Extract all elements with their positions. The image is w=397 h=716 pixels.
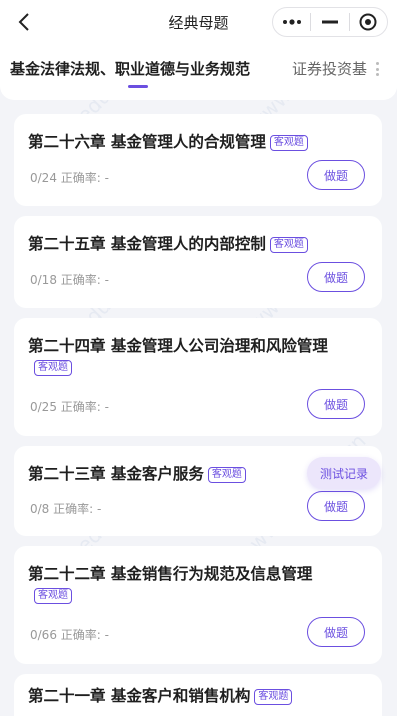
question-type-tag: 客观题 xyxy=(269,135,308,151)
active-tab-indicator xyxy=(128,85,148,88)
do-questions-button[interactable]: 做题 xyxy=(307,262,365,292)
test-record-button[interactable]: 测试记录 xyxy=(307,457,381,489)
chapter-progress: 0/24 正确率: - xyxy=(30,171,109,185)
do-questions-button[interactable]: 做题 xyxy=(307,160,365,190)
chapter-title: 第二十四章 基金管理人公司治理和风险管理 xyxy=(28,337,328,355)
mini-program-capsule xyxy=(272,7,388,37)
minimize-button[interactable] xyxy=(311,8,348,36)
nav-bar: 经典母题 xyxy=(0,0,397,44)
do-questions-button[interactable]: 做题 xyxy=(307,617,365,647)
question-type-tag: 客观题 xyxy=(34,360,72,376)
chapter-progress: 0/18 正确率: - xyxy=(30,273,109,287)
question-type-tag: 客观题 xyxy=(254,689,293,705)
chapter-title: 第二十五章 基金管理人的内部控制 xyxy=(28,235,266,253)
chapter-title: 第二十三章 基金客户服务 xyxy=(28,465,204,483)
question-type-tag: 客观题 xyxy=(34,588,72,604)
chapter-progress: 0/66 正确率: - xyxy=(30,628,109,642)
chapter-card: 第二十五章 基金管理人的内部控制 客观题 0/18 正确率: - 做题 xyxy=(14,216,382,308)
more-button[interactable] xyxy=(273,8,310,36)
chapter-progress: 0/8 正确率: - xyxy=(30,502,102,516)
minimize-icon xyxy=(321,20,338,24)
chapter-title: 第二十六章 基金管理人的合规管理 xyxy=(28,133,266,151)
chapter-card: 第二十二章 基金销售行为规范及信息管理 客观题 0/66 正确率: - 做题 xyxy=(14,546,382,664)
target-close-icon xyxy=(359,13,377,31)
tab-securities-investment[interactable]: 证券投资基 xyxy=(292,58,367,79)
chapter-card: 第二十四章 基金管理人公司治理和风险管理 客观题 0/25 正确率: - 做题 xyxy=(14,318,382,436)
more-dots-icon xyxy=(282,19,301,25)
chapter-card: 第二十六章 基金管理人的合规管理 客观题 0/24 正确率: - 做题 xyxy=(14,114,382,206)
tabs-overflow-icon[interactable] xyxy=(376,62,379,76)
chapter-title: 第二十一章 基金客户和销售机构 xyxy=(28,687,251,705)
do-questions-button[interactable]: 做题 xyxy=(307,491,365,521)
do-questions-button[interactable]: 做题 xyxy=(307,389,365,419)
subject-tabs: 基金法律法规、职业道德与业务规范 证券投资基 xyxy=(0,44,397,100)
question-type-tag: 客观题 xyxy=(207,467,246,483)
tabs-fade xyxy=(367,44,397,100)
chapter-card: 第二十一章 基金客户和销售机构 客观题 xyxy=(14,674,382,716)
chapter-title: 第二十二章 基金销售行为规范及信息管理 xyxy=(28,565,313,583)
chapter-progress: 0/25 正确率: - xyxy=(30,400,109,414)
tab-legal-ethics[interactable]: 基金法律法规、职业道德与业务规范 xyxy=(10,58,250,79)
question-type-tag: 客观题 xyxy=(269,237,308,253)
close-button[interactable] xyxy=(350,8,387,36)
